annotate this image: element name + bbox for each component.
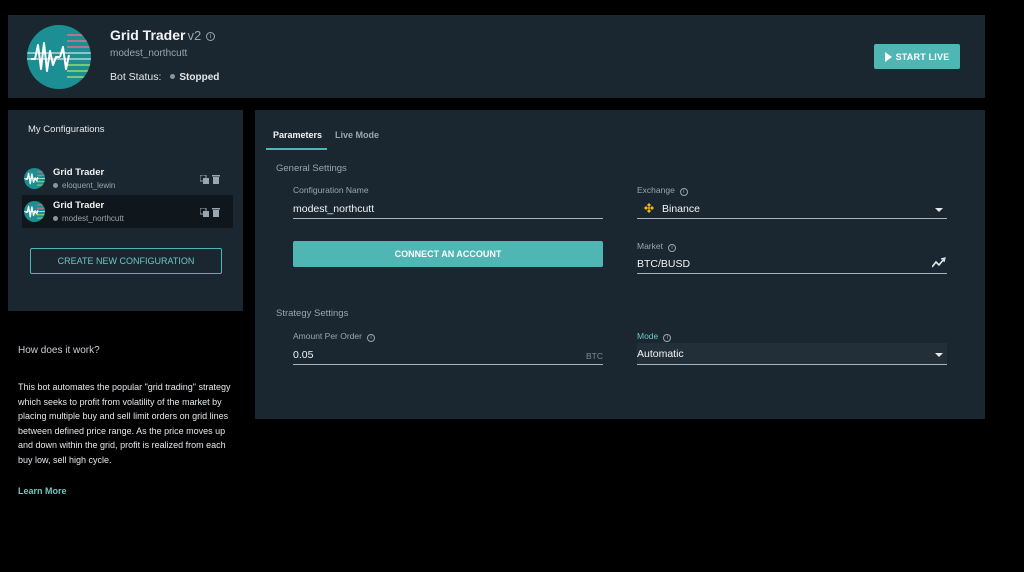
info-icon[interactable]: i	[366, 334, 375, 342]
binance-icon	[644, 203, 654, 213]
copy-icon[interactable]	[200, 208, 209, 217]
general-settings-title: General Settings	[276, 163, 347, 174]
grid-trader-logo	[24, 201, 45, 222]
grid-trader-logo	[27, 25, 91, 89]
mode-label: Mode i	[637, 331, 672, 342]
trash-icon[interactable]	[212, 208, 220, 217]
grid-trader-logo	[24, 168, 45, 189]
status-dot-icon	[53, 183, 58, 188]
chevron-down-icon	[935, 353, 943, 357]
bot-status: Bot Status: Stopped	[110, 71, 219, 83]
parameters-panel: Parameters Live Mode General Settings Co…	[255, 110, 985, 419]
create-new-configuration-button[interactable]: CREATE NEW CONFIGURATION	[30, 248, 222, 274]
exchange-select[interactable]: Binance	[637, 199, 947, 219]
amount-per-order-field[interactable]: 0.05 BTC	[293, 345, 603, 365]
market-label-text: Market	[637, 241, 663, 251]
configurations-panel: My Configurations Grid Trader eloquent_l…	[8, 110, 243, 311]
config-name: Grid Trader	[53, 200, 105, 211]
app-header: Grid Trader v2 i modest_northcutt Bot Stat…	[8, 15, 985, 98]
mode-value: Automatic	[637, 348, 684, 360]
info-icon[interactable]: i	[663, 334, 672, 342]
tab-live-mode[interactable]: Live Mode	[335, 130, 379, 140]
trash-icon[interactable]	[212, 175, 220, 184]
configuration-name-field[interactable]: modest_northcutt	[293, 199, 603, 219]
how-it-works-text: This bot automates the popular "grid tra…	[18, 382, 231, 465]
configurations-title: My Configurations	[28, 124, 105, 135]
how-it-works-title: How does it work?	[18, 345, 100, 356]
connect-account-button[interactable]: CONNECT AN ACCOUNT	[293, 241, 603, 267]
config-user-text: modest_northcutt	[62, 214, 124, 223]
learn-more-link[interactable]: Learn More	[18, 486, 67, 496]
config-user-text: eloquent_lewin	[62, 181, 116, 190]
app-title: Grid Trader v2 i	[110, 27, 216, 43]
status-dot-icon	[170, 74, 176, 79]
bot-status-value: Stopped	[179, 72, 220, 83]
app-title-text: Grid Trader	[110, 27, 186, 43]
exchange-label: Exchange i	[637, 185, 688, 196]
chevron-down-icon	[935, 208, 943, 212]
bot-status-label: Bot Status:	[110, 71, 162, 83]
config-item[interactable]: Grid Trader eloquent_lewin	[22, 162, 233, 195]
start-live-button[interactable]: START LIVE	[874, 44, 960, 69]
market-field[interactable]: BTC/BUSD	[637, 254, 947, 274]
config-name: Grid Trader	[53, 167, 105, 178]
configuration-name-value: modest_northcutt	[293, 203, 375, 215]
mode-label-text: Mode	[637, 331, 659, 341]
info-icon[interactable]: i	[667, 244, 676, 252]
configuration-name-label: Configuration Name	[293, 185, 369, 195]
play-icon	[884, 51, 892, 62]
config-item[interactable]: Grid Trader modest_northcutt	[22, 195, 233, 228]
info-icon[interactable]: i	[679, 188, 688, 196]
trend-chart-icon[interactable]	[932, 257, 946, 269]
exchange-value: Binance	[662, 203, 700, 215]
active-tab-indicator	[266, 148, 327, 150]
status-dot-icon	[53, 216, 58, 221]
app-username: modest_northcutt	[110, 48, 188, 59]
market-label: Market i	[637, 241, 676, 252]
amount-unit: BTC	[586, 351, 603, 361]
mode-select[interactable]: Automatic	[637, 343, 947, 365]
config-user: eloquent_lewin	[53, 181, 115, 190]
start-live-label: START LIVE	[895, 51, 950, 62]
market-value: BTC/BUSD	[637, 258, 691, 270]
info-icon[interactable]: i	[206, 32, 216, 41]
amount-value: 0.05	[293, 349, 314, 361]
exchange-label-text: Exchange	[637, 185, 675, 195]
copy-icon[interactable]	[200, 175, 209, 184]
app-version: v2	[187, 28, 202, 43]
amount-label-text: Amount Per Order	[293, 331, 362, 341]
tab-parameters[interactable]: Parameters	[273, 130, 322, 140]
config-user: modest_northcutt	[53, 214, 124, 223]
strategy-settings-title: Strategy Settings	[276, 308, 349, 319]
amount-per-order-label: Amount Per Order i	[293, 331, 375, 342]
